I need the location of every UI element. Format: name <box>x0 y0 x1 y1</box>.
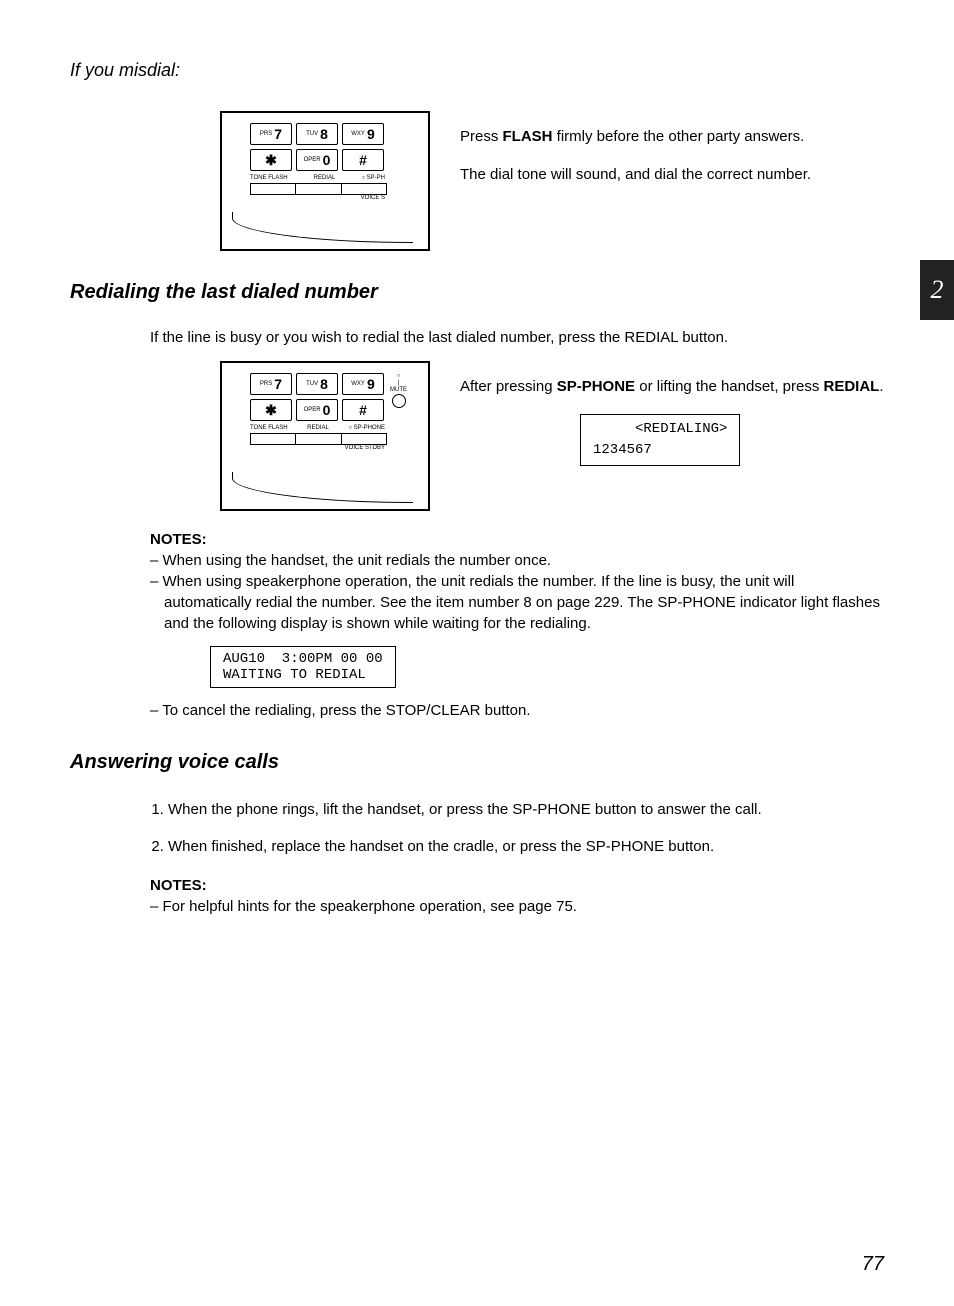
keypad-key: TUV8 <box>296 123 338 145</box>
answer-heading: Answering voice calls <box>70 751 884 774</box>
lcd-waiting: AUG10 3:00PM 00 00 WAITING TO REDIAL <box>210 646 396 688</box>
keypad-voice-label: VOICE STDBY <box>250 445 385 451</box>
answer-step: When finished, replace the handset on th… <box>168 836 884 857</box>
keypad-key: # <box>342 399 384 421</box>
redial-note: When using the handset, the unit redials… <box>150 550 884 571</box>
keypad-illustration-redial: PRS7TUV8WXY9 ✱OPER0# ○| MUTE TONE FLASH … <box>220 361 430 511</box>
keypad-label: ○ SP-PHONE <box>348 425 385 431</box>
keypad-illustration-misdial: PRS7TUV8WXY9 ✱OPER0# TONE FLASH REDIAL ○… <box>220 111 430 251</box>
keypad-key: PRS7 <box>250 373 292 395</box>
keypad-label: TONE FLASH <box>250 425 288 431</box>
keypad-label: REDIAL <box>307 425 329 431</box>
keypad-key: ✱ <box>250 149 292 171</box>
redial-note: To cancel the redialing, press the STOP/… <box>150 700 884 721</box>
mute-label: MUTE <box>390 387 407 393</box>
keypad-key: TUV8 <box>296 373 338 395</box>
keypad-key: # <box>342 149 384 171</box>
keypad-key: PRS7 <box>250 123 292 145</box>
page-number: 77 <box>862 1253 884 1276</box>
redial-notes-head: NOTES: <box>150 531 884 548</box>
keypad-label: REDIAL <box>314 175 336 181</box>
keypad-key: OPER0 <box>296 149 338 171</box>
keypad-key: ✱ <box>250 399 292 421</box>
answer-step: When the phone rings, lift the handset, … <box>168 799 884 820</box>
redial-heading: Redialing the last dialed number <box>70 281 884 304</box>
chapter-tab: 2 <box>920 260 954 320</box>
redial-note: When using speakerphone operation, the u… <box>150 571 884 634</box>
keypad-key: OPER0 <box>296 399 338 421</box>
redial-para: After pressing SP-PHONE or lifting the h… <box>460 376 884 399</box>
keypad-label: ○ SP-PH <box>361 175 385 181</box>
lcd-redialing: <REDIALING> 1234567 <box>580 414 740 466</box>
keypad-label: TONE FLASH <box>250 175 288 181</box>
misdial-para1: Press FLASH firmly before the other part… <box>460 126 884 149</box>
keypad-key: WXY9 <box>342 123 384 145</box>
answer-notes-head: NOTES: <box>150 877 884 894</box>
redial-intro: If the line is busy or you wish to redia… <box>150 329 884 346</box>
keypad-voice-label: VOICE S <box>250 195 385 201</box>
keypad-key: WXY9 <box>342 373 384 395</box>
mute-button-icon <box>392 394 406 408</box>
misdial-para2: The dial tone will sound, and dial the c… <box>460 164 884 187</box>
answer-note: For helpful hints for the speakerphone o… <box>150 896 884 917</box>
misdial-heading: If you misdial: <box>70 60 884 81</box>
